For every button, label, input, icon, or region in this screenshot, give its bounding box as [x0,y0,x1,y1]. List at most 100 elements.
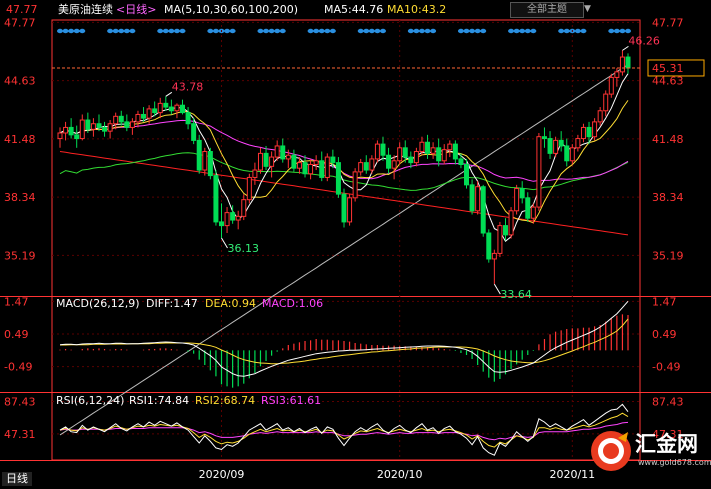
candle-body [313,160,319,165]
signal-dot [57,28,63,34]
status-period-label[interactable]: 日线 [2,472,32,486]
candle-body [274,145,280,158]
candle-body [291,154,297,169]
price-tick-label-left: 44.63 [4,75,36,88]
logo-url: www.gold678.com [638,458,711,467]
logo-icon [591,431,631,471]
candle-body [352,171,358,199]
candle-body [430,147,436,154]
annotation-label: 46.26 [628,34,660,47]
signal-dot [157,28,164,34]
candle-body [625,56,631,69]
signal-dot [508,28,515,34]
signal-dot [212,28,219,34]
rsi2-label: RSI2:68.74 [195,394,255,407]
annotation-label: 33.64 [500,288,531,301]
rsi2-line [59,412,629,448]
rsi1-label: RSI1:74.84 [129,394,189,407]
candle-body [519,188,525,199]
candle-body [280,145,286,160]
candle-body [302,162,308,175]
signal-dot [524,28,531,34]
signal-dot [513,28,520,34]
macd-title: MACD(26,12,9) [56,297,140,310]
signal-dot [413,28,420,34]
signal-dot [79,28,86,34]
logo: 汇金网 www.gold678.com [588,428,711,475]
price-tick-label-left: 38.34 [4,191,36,204]
signal-dot [613,28,620,34]
ma30-line [59,119,629,182]
ma60-line [59,152,629,191]
candle-body [191,123,197,141]
rsi-title: RSI(6,12,24) [56,394,124,407]
candle-body [619,56,625,73]
candle-body [564,145,570,162]
candle-body [558,139,564,147]
signal-dot [318,28,325,34]
candle-body [79,119,85,140]
signal-dot [357,28,364,34]
candle-body [547,138,553,154]
candle-body [246,176,252,201]
signal-dot [457,28,464,34]
candle-body [68,126,74,136]
candle-body [580,126,586,140]
candle-body [469,184,475,212]
candle-body [235,215,241,221]
candle-body [347,197,353,223]
candle-body [230,212,236,221]
candle-body [269,156,275,167]
candle-body [597,110,603,123]
signal-dot [368,28,375,34]
signal-dot [418,28,425,34]
candle-body [135,113,141,123]
macd-tick-label-left: -0.49 [4,361,32,374]
x-tick-label: 2020/09 [199,468,245,481]
signal-dot [424,28,431,34]
signal-dot [173,28,180,34]
candle-body [257,152,263,171]
x-tick-label: 2020/10 [377,468,423,481]
signal-dot [329,28,336,34]
candle-body [146,108,152,119]
candle-body [486,232,492,260]
candle-body [168,106,174,112]
signal-dot [257,28,264,34]
candle-body [408,156,414,164]
candle-body [441,149,447,162]
signal-dot [224,28,231,34]
candle-body [436,147,442,162]
candle-body [380,143,386,156]
candle-body [402,147,408,158]
signal-dot [558,28,565,34]
candle-body [391,160,397,169]
candle-body [118,115,124,123]
candle-body [452,143,458,160]
annotation-label: 43.78 [172,80,204,93]
signal-dot [324,28,331,34]
candle-body [536,136,542,208]
candle-body [157,102,163,114]
signal-dot [313,28,320,34]
signal-dot [407,28,414,34]
candle-body [218,221,224,227]
candle-body [363,162,369,171]
rsi1-line [59,403,629,456]
candle-body [413,151,419,164]
candle-body [213,175,219,223]
price-tick-label-left: 41.48 [4,133,36,146]
signal-dot [229,28,236,34]
current-price-label: 45.31 [652,62,684,75]
candle-body [386,154,392,169]
signal-dot [480,28,487,34]
candle-body [497,225,503,254]
candle-body [141,113,147,119]
candle-body [525,197,531,219]
candle-body [180,104,186,114]
candle-body [107,123,113,132]
signal-dot [107,28,114,34]
candle-body [202,151,208,171]
candle-body [425,141,431,154]
signal-dot [123,28,130,34]
